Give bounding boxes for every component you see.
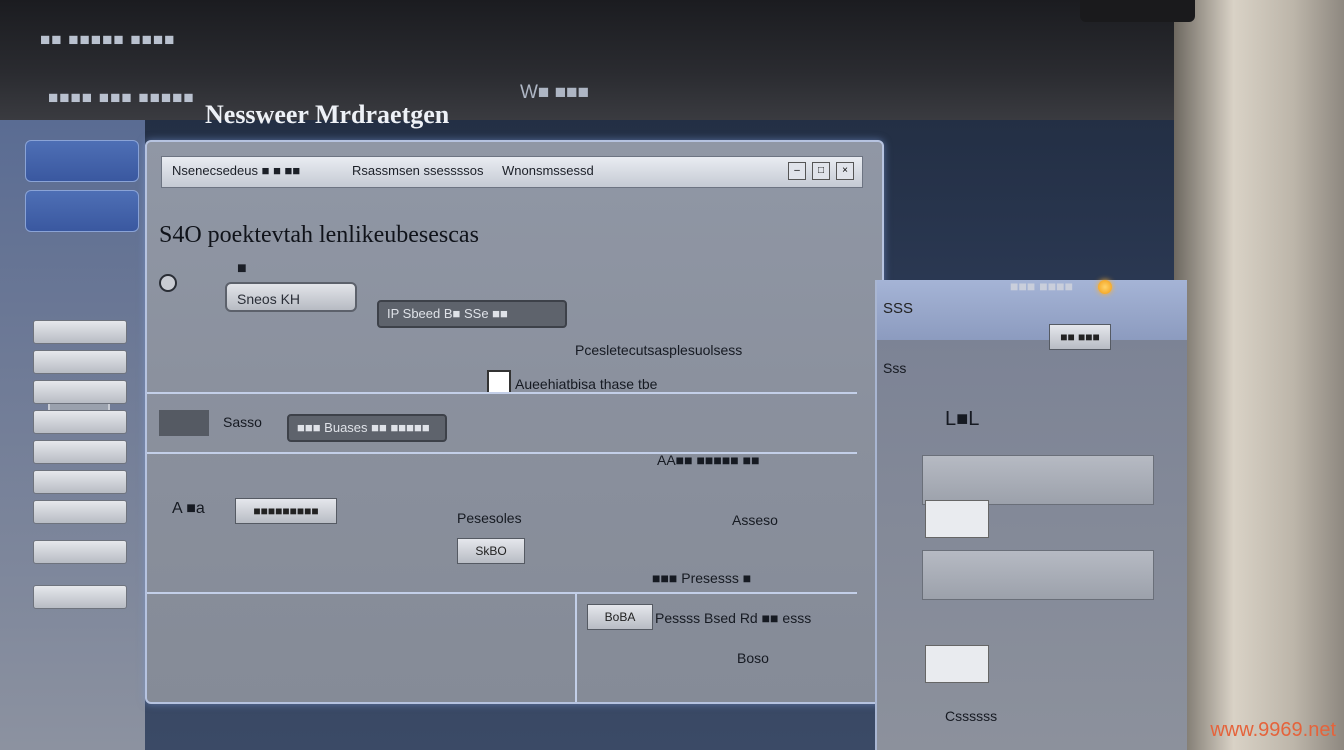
sidebar [0, 120, 145, 750]
radio-option[interactable] [159, 274, 177, 292]
row2-label: Sasso [223, 414, 262, 430]
sidebar-button-9[interactable] [33, 585, 127, 609]
row3-label: A ■a [172, 500, 205, 517]
watermark: www.9969.net [1210, 719, 1336, 741]
row3-field[interactable]: ■■■■■■■■■ [235, 498, 337, 524]
right-input-1[interactable] [925, 500, 989, 538]
option-checkbox[interactable] [487, 370, 511, 394]
minimize-icon[interactable]: – [788, 162, 806, 180]
right-input-2[interactable] [925, 645, 989, 683]
right-panel-section: Sss [883, 360, 907, 376]
dialog-title-center: Rsassmsen ssessssos [352, 163, 484, 178]
vertical-divider [575, 592, 577, 702]
dark-input-1[interactable]: IP Sbeed B■ SSe ■■ [377, 300, 567, 328]
divider [147, 592, 857, 594]
bottom-right-label: Boso [737, 650, 769, 666]
divider [147, 452, 857, 454]
sidebar-button-2[interactable] [33, 350, 127, 374]
top-menu-text: ■■ ■■■■■ ■■■■ [40, 30, 176, 49]
right-panel-title: SSS [883, 300, 914, 317]
monitor-bezel-right [1174, 0, 1344, 750]
close-icon[interactable]: × [836, 162, 854, 180]
right-row-1[interactable] [922, 455, 1154, 505]
sidebar-tab-1[interactable] [25, 140, 139, 182]
sidebar-button-1[interactable] [33, 320, 127, 344]
webcam [1080, 0, 1195, 22]
toggle-switch[interactable] [159, 410, 209, 436]
dialog-titlebar[interactable]: Nsenecsedeus ■ ■ ■■ Rsassmsen ssessssos … [161, 156, 863, 188]
sidebar-button-3[interactable] [33, 380, 127, 404]
top-header-text: W■ ■■■ [520, 82, 590, 103]
right-panel-button[interactable]: ■■ ■■■ [1049, 324, 1111, 350]
row3-button[interactable]: SkBO [457, 538, 525, 564]
sidebar-button-7[interactable] [33, 500, 127, 524]
divider [147, 392, 857, 394]
checkbox-label: Aueehiatbisa thase tbe [515, 376, 658, 392]
right-panel: SSS ■■ ■■■ Sss L■L Cssssss [875, 280, 1187, 750]
right-panel-footer: Cssssss [945, 708, 998, 724]
bottom-field[interactable]: BoBA [587, 604, 653, 630]
info-note: Pcesletecutsasplesuolsess [575, 342, 743, 358]
right-panel-big-label: L■L [945, 408, 980, 430]
sidebar-tab-2[interactable] [25, 190, 139, 232]
sidebar-button-5[interactable] [33, 440, 127, 464]
right-row-2[interactable] [922, 550, 1154, 600]
maximize-icon[interactable]: □ [812, 162, 830, 180]
row3-mid-label: Pesesoles [457, 510, 522, 526]
row4-right-label: ■■■ Presesss ■ [652, 570, 752, 586]
sidebar-button-6[interactable] [33, 470, 127, 494]
row2-right-label: AA■■ ■■■■■ ■■ [657, 452, 760, 468]
main-dialog: Nsenecsedeus ■ ■ ■■ Rsassmsen ssessssos … [145, 140, 884, 704]
status-indicator-icon [1098, 280, 1112, 294]
bottom-text: Pessss Bsed Rd ■■ esss [655, 610, 812, 626]
app-title: Nessweer Mrdraetgen [205, 100, 450, 129]
status-label: ■■■ ■■■■ [1010, 278, 1074, 294]
sidebar-button-4[interactable] [33, 410, 127, 434]
row3-right-label: Asseso [732, 512, 778, 528]
dark-input-2[interactable]: ■■■ Buases ■■ ■■■■■ [287, 414, 447, 442]
top-menu-text-2: ■■■■ ■■■ ■■■■■ [48, 88, 195, 107]
sidebar-button-8[interactable] [33, 540, 127, 564]
dialog-heading: S4O poektevtah lenlikeubesescas [159, 222, 479, 248]
dialog-title-left: Nsenecsedeus ■ ■ ■■ [172, 163, 301, 178]
dialog-title-right: Wnonsmssessd [502, 163, 594, 178]
text-field-1[interactable]: Sneos KH [225, 282, 357, 312]
dialog-subheading: ■ [237, 260, 247, 277]
